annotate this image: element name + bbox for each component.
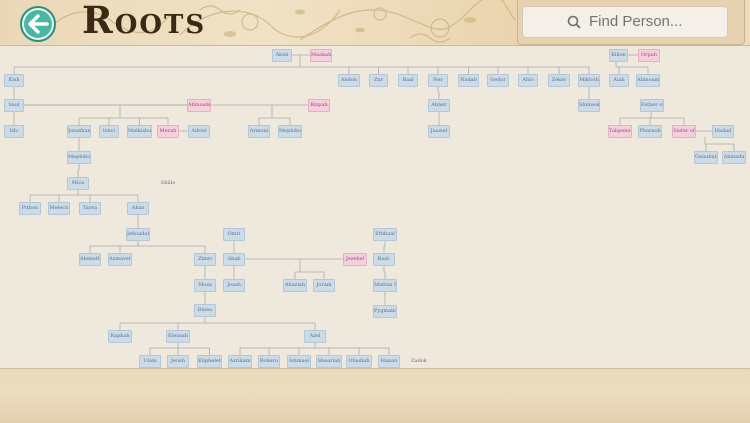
person-node-joash[interactable]: Joash <box>223 279 245 292</box>
person-node-ishbo[interactable]: Ish- <box>4 125 24 138</box>
person-node-tarea[interactable]: Tarea <box>79 202 101 215</box>
person-node-abinadab[interactable]: Abinada <box>722 151 746 164</box>
person-node-ahab[interactable]: Ahab <box>223 253 245 266</box>
person-node-obadiah[interactable]: Obadiah <box>346 355 372 368</box>
person-node-azmaveth[interactable]: Azmaveth <box>108 253 132 266</box>
person-node-ulam[interactable]: Ulam <box>139 355 161 368</box>
person-node-shillo[interactable]: Shillo <box>157 177 179 190</box>
app-title: Roots <box>82 0 207 42</box>
person-node-abinoam[interactable]: Abinoam <box>636 74 660 87</box>
person-node-bokeru[interactable]: Bokeru <box>258 355 280 368</box>
person-node-binea[interactable]: Binea <box>194 304 216 317</box>
person-node-zadok[interactable]: Zadok <box>408 355 430 368</box>
person-node-abdon[interactable]: Abdon <box>338 74 360 87</box>
search-panel: Find Person... <box>517 0 745 45</box>
person-node-jezebel[interactable]: Jezebel <box>343 253 367 266</box>
person-node-eliphelet[interactable]: Eliphelet <box>197 355 222 368</box>
person-node-omri[interactable]: Omri <box>223 228 245 241</box>
search-input[interactable]: Find Person... <box>522 6 728 38</box>
person-node-baal2[interactable]: Baal- <box>373 253 395 266</box>
search-icon <box>567 15 581 29</box>
person-node-sister_of[interactable]: Sister of <box>672 125 696 138</box>
person-node-abiel[interactable]: Abiel <box>272 49 292 62</box>
detail-panel <box>0 368 750 423</box>
person-node-ishvi[interactable]: Ishvi <box>99 125 119 138</box>
header-bar: Roots Find Person... <box>0 0 750 46</box>
person-node-kish[interactable]: Kish <box>4 74 24 87</box>
person-node-rizpah[interactable]: Rizpah <box>308 99 330 112</box>
person-node-ahinoam[interactable]: Ahinoam <box>187 99 211 112</box>
back-arrow-icon <box>28 14 49 34</box>
person-node-pygmalion[interactable]: Pygmalio <box>373 305 397 318</box>
person-node-ner[interactable]: Ner <box>428 74 448 87</box>
person-node-mephibo[interactable]: Mephibo <box>278 125 302 138</box>
person-node-raphah[interactable]: Raphah <box>108 330 132 343</box>
person-node-jehoadah[interactable]: Jehoadah <box>126 228 150 241</box>
person-node-ethbaal[interactable]: Ethbaal <box>373 228 397 241</box>
person-node-ahio[interactable]: Ahio <box>518 74 538 87</box>
family-tree[interactable]: Abiel Maakah Kilion Orpah Kish Abdon Zur Baal Ne… <box>0 46 750 368</box>
person-node-armoni[interactable]: Armoni <box>248 125 270 138</box>
person-node-merab[interactable]: Merab <box>157 125 179 138</box>
person-node-jeush[interactable]: Jeush <box>167 355 189 368</box>
person-node-moza[interactable]: Moza <box>194 279 216 292</box>
person-node-zeker[interactable]: Zeker <box>548 74 570 87</box>
person-node-azrikam[interactable]: Azrikam <box>228 355 252 368</box>
person-node-kilion[interactable]: Kilion <box>609 49 628 62</box>
person-node-sheariah[interactable]: Sheariah <box>316 355 342 368</box>
person-node-ahaziah[interactable]: Ahaziah <box>283 279 307 292</box>
person-node-zur[interactable]: Zur <box>369 74 388 87</box>
person-node-pithon[interactable]: Pithon <box>19 202 41 215</box>
person-node-shimeah[interactable]: Shimeah <box>578 99 600 112</box>
person-node-nadab[interactable]: Nadab <box>458 74 479 87</box>
person-node-orpah[interactable]: Orpah <box>638 49 660 62</box>
person-node-hanan[interactable]: Hanan <box>378 355 400 368</box>
person-node-ishmael[interactable]: Ishmael <box>287 355 311 368</box>
person-node-gedor[interactable]: Gedor <box>487 74 509 87</box>
person-node-abner[interactable]: Abner <box>428 99 450 112</box>
person-node-father_of[interactable]: Father of <box>640 99 664 112</box>
person-node-maakah[interactable]: Maakah <box>310 49 332 62</box>
person-node-saul[interactable]: Saul <box>4 99 24 112</box>
search-placeholder: Find Person... <box>589 13 683 30</box>
person-node-mephibosheth[interactable]: Mephibo <box>67 151 91 164</box>
person-node-pharaoh[interactable]: Pharaoh <box>638 125 662 138</box>
person-node-mikloth[interactable]: Mikloth <box>578 74 600 87</box>
person-node-mattan[interactable]: Mattan I <box>373 279 397 292</box>
person-node-jonathan[interactable]: Jonathan <box>67 125 91 138</box>
person-node-adriel[interactable]: Adriel <box>188 125 210 138</box>
person-node-aiah[interactable]: Aiah <box>609 74 629 87</box>
person-node-alemeth[interactable]: Alemeth <box>79 253 101 266</box>
person-node-joram[interactable]: Joram <box>313 279 335 292</box>
person-node-genubath[interactable]: Genubath <box>694 151 718 164</box>
tree-connectors <box>13 54 735 355</box>
person-node-mica[interactable]: Mica <box>67 177 89 190</box>
back-button[interactable] <box>20 6 56 42</box>
person-node-baal[interactable]: Baal <box>398 74 418 87</box>
person-node-tahpenes[interactable]: Tahpenes <box>608 125 632 138</box>
person-node-malkishua[interactable]: Malkishua <box>127 125 152 138</box>
person-node-melech[interactable]: Melech <box>48 202 70 215</box>
person-node-hadad[interactable]: Hadad <box>712 125 734 138</box>
person-node-jaasiel[interactable]: Jaasiel <box>428 125 450 138</box>
person-node-eleasah[interactable]: Eleasah <box>166 330 190 343</box>
person-node-ahaz[interactable]: Ahaz <box>127 202 149 215</box>
person-node-azel[interactable]: Azel <box>304 330 326 343</box>
person-node-zimri[interactable]: Zimri <box>194 253 216 266</box>
